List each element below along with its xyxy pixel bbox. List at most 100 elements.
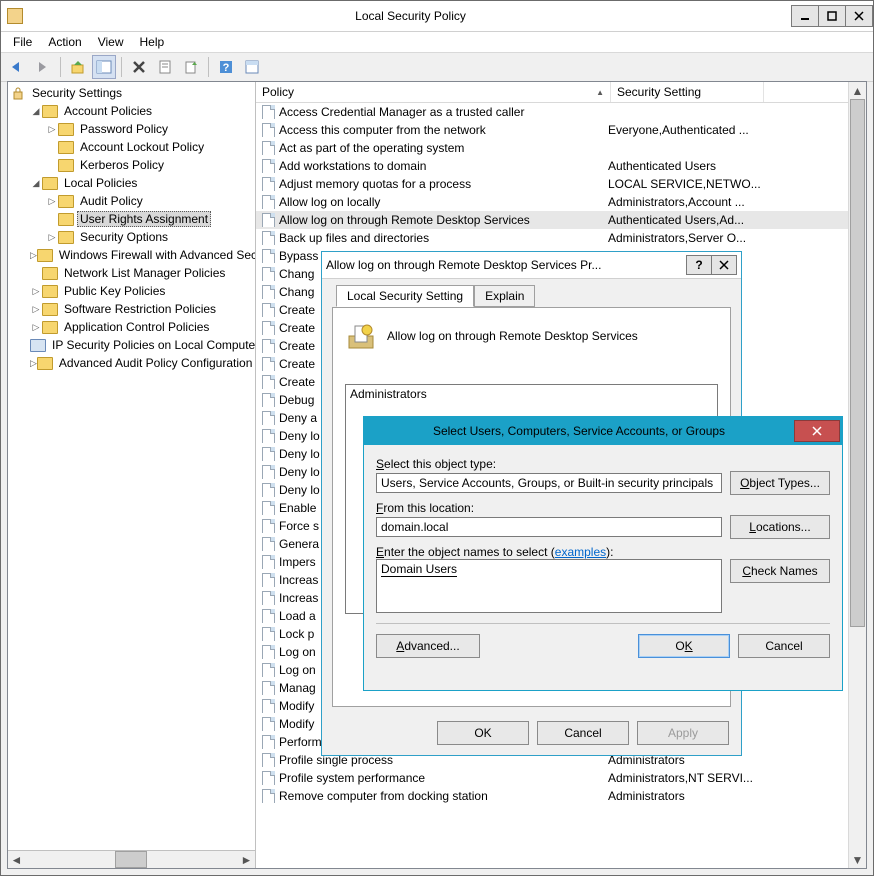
object-names-input[interactable]: Domain Users bbox=[376, 559, 722, 613]
tree-item[interactable]: IP Security Policies on Local Computer bbox=[10, 336, 255, 354]
toolbar: ? bbox=[1, 53, 873, 82]
help-button[interactable]: ? bbox=[214, 55, 238, 79]
scroll-up-icon[interactable]: ▲ bbox=[849, 82, 866, 99]
tree[interactable]: Security Settings◢Account Policies▷Passw… bbox=[8, 82, 255, 850]
select-users-close-button[interactable] bbox=[794, 420, 840, 442]
policy-icon bbox=[260, 411, 276, 425]
tree-item[interactable]: ▷Software Restriction Policies bbox=[10, 300, 255, 318]
tree-item[interactable]: ▷Windows Firewall with Advanced Security bbox=[10, 246, 255, 264]
location-field[interactable]: domain.local bbox=[376, 517, 722, 537]
menu-file[interactable]: File bbox=[5, 33, 40, 51]
tab-local-security[interactable]: Local Security Setting bbox=[336, 285, 474, 307]
folder-icon bbox=[42, 302, 58, 316]
show-tree-button[interactable] bbox=[92, 55, 116, 79]
list-row[interactable]: Add workstations to domainAuthenticated … bbox=[256, 157, 866, 175]
properties-help-button[interactable]: ? bbox=[686, 255, 712, 275]
scroll-down-icon[interactable]: ▼ bbox=[849, 851, 866, 868]
tree-item[interactable]: ▷Audit Policy bbox=[10, 192, 255, 210]
advanced-button[interactable]: Advanced... bbox=[376, 634, 480, 658]
close-button[interactable] bbox=[845, 5, 873, 27]
list-row[interactable]: Act as part of the operating system bbox=[256, 139, 866, 157]
expander-icon[interactable]: ▷ bbox=[30, 286, 42, 297]
policy-icon bbox=[260, 645, 276, 659]
locations-button[interactable]: Locations... bbox=[730, 515, 830, 539]
policy-icon bbox=[260, 519, 276, 533]
maximize-button[interactable] bbox=[818, 5, 846, 27]
list-row[interactable]: Remove computer from docking stationAdmi… bbox=[256, 787, 866, 805]
properties-heading: Allow log on through Remote Desktop Serv… bbox=[387, 329, 638, 343]
list-row[interactable]: Adjust memory quotas for a processLOCAL … bbox=[256, 175, 866, 193]
delete-button[interactable] bbox=[127, 55, 151, 79]
properties-ok-button[interactable]: OK bbox=[437, 721, 529, 745]
tab-explain[interactable]: Explain bbox=[474, 285, 535, 307]
folder-icon bbox=[58, 194, 74, 208]
expander-icon[interactable]: ▷ bbox=[30, 250, 37, 261]
minimize-button[interactable] bbox=[791, 5, 819, 27]
policy-icon bbox=[260, 141, 276, 155]
policy-icon bbox=[260, 627, 276, 641]
menu-action[interactable]: Action bbox=[40, 33, 89, 51]
select-users-titlebar[interactable]: Select Users, Computers, Service Account… bbox=[364, 417, 842, 445]
scroll-thumb[interactable] bbox=[850, 99, 865, 627]
list-vscrollbar[interactable]: ▲ ▼ bbox=[848, 82, 866, 868]
expander-icon[interactable]: ◢ bbox=[30, 178, 42, 189]
refresh-button[interactable] bbox=[240, 55, 264, 79]
select-cancel-button[interactable]: Cancel bbox=[738, 634, 830, 658]
list-row[interactable]: Back up files and directoriesAdministrat… bbox=[256, 229, 866, 247]
menu-help[interactable]: Help bbox=[132, 33, 173, 51]
tree-hscrollbar[interactable]: ◄ ► bbox=[8, 850, 255, 868]
properties-button[interactable] bbox=[153, 55, 177, 79]
expander-icon[interactable]: ▷ bbox=[30, 322, 42, 333]
tree-item[interactable]: ◢Account Policies bbox=[10, 102, 255, 120]
policy-icon bbox=[260, 555, 276, 569]
tree-item[interactable]: User Rights Assignment bbox=[10, 210, 255, 228]
folder-icon bbox=[58, 140, 74, 154]
properties-titlebar[interactable]: Allow log on through Remote Desktop Serv… bbox=[322, 252, 741, 279]
list-row[interactable]: Access this computer from the networkEve… bbox=[256, 121, 866, 139]
back-button[interactable] bbox=[5, 55, 29, 79]
tree-item[interactable]: ▷Security Options bbox=[10, 228, 255, 246]
list-row[interactable]: Profile system performanceAdministrators… bbox=[256, 769, 866, 787]
tree-item[interactable]: ▷Application Control Policies bbox=[10, 318, 255, 336]
expander-icon[interactable]: ▷ bbox=[46, 196, 58, 207]
list-row[interactable]: Allow log on through Remote Desktop Serv… bbox=[256, 211, 866, 229]
select-ok-button[interactable]: OK bbox=[638, 634, 730, 658]
policy-icon bbox=[260, 609, 276, 623]
forward-button[interactable] bbox=[31, 55, 55, 79]
expander-icon[interactable]: ▷ bbox=[46, 124, 58, 135]
menu-view[interactable]: View bbox=[90, 33, 132, 51]
scroll-left-icon[interactable]: ◄ bbox=[8, 852, 25, 867]
export-button[interactable] bbox=[179, 55, 203, 79]
list-row[interactable]: Allow log on locallyAdministrators,Accou… bbox=[256, 193, 866, 211]
tree-item[interactable]: ▷Advanced Audit Policy Configuration bbox=[10, 354, 255, 372]
expander-icon[interactable]: ▷ bbox=[30, 358, 37, 369]
tree-item[interactable]: Kerberos Policy bbox=[10, 156, 255, 174]
col-policy[interactable]: Policy▲ bbox=[256, 82, 611, 102]
policy-icon bbox=[260, 591, 276, 605]
properties-close-button[interactable] bbox=[711, 255, 737, 275]
up-button[interactable] bbox=[66, 55, 90, 79]
check-names-button[interactable]: Check Names bbox=[730, 559, 830, 583]
principal-item[interactable]: Administrators bbox=[350, 387, 713, 401]
policy-icon bbox=[260, 213, 276, 227]
scroll-thumb[interactable] bbox=[115, 851, 147, 868]
tree-item[interactable]: Account Lockout Policy bbox=[10, 138, 255, 156]
expander-icon[interactable]: ▷ bbox=[46, 232, 58, 243]
object-type-field[interactable]: Users, Service Accounts, Groups, or Buil… bbox=[376, 473, 722, 493]
list-row[interactable]: Access Credential Manager as a trusted c… bbox=[256, 103, 866, 121]
tree-root[interactable]: Security Settings bbox=[10, 84, 255, 102]
location-label: From this location: bbox=[376, 501, 830, 515]
policy-icon bbox=[260, 375, 276, 389]
tree-item[interactable]: ▷Password Policy bbox=[10, 120, 255, 138]
scroll-right-icon[interactable]: ► bbox=[238, 852, 255, 867]
tree-item[interactable]: Network List Manager Policies bbox=[10, 264, 255, 282]
tree-item[interactable]: ▷Public Key Policies bbox=[10, 282, 255, 300]
properties-cancel-button[interactable]: Cancel bbox=[537, 721, 629, 745]
expander-icon[interactable]: ◢ bbox=[30, 106, 42, 117]
expander-icon[interactable]: ▷ bbox=[30, 304, 42, 315]
tree-item[interactable]: ◢Local Policies bbox=[10, 174, 255, 192]
col-setting[interactable]: Security Setting bbox=[611, 82, 764, 102]
object-types-button[interactable]: Object Types... bbox=[730, 471, 830, 495]
examples-link[interactable]: examples bbox=[555, 545, 606, 559]
list-header: Policy▲ Security Setting bbox=[256, 82, 866, 103]
